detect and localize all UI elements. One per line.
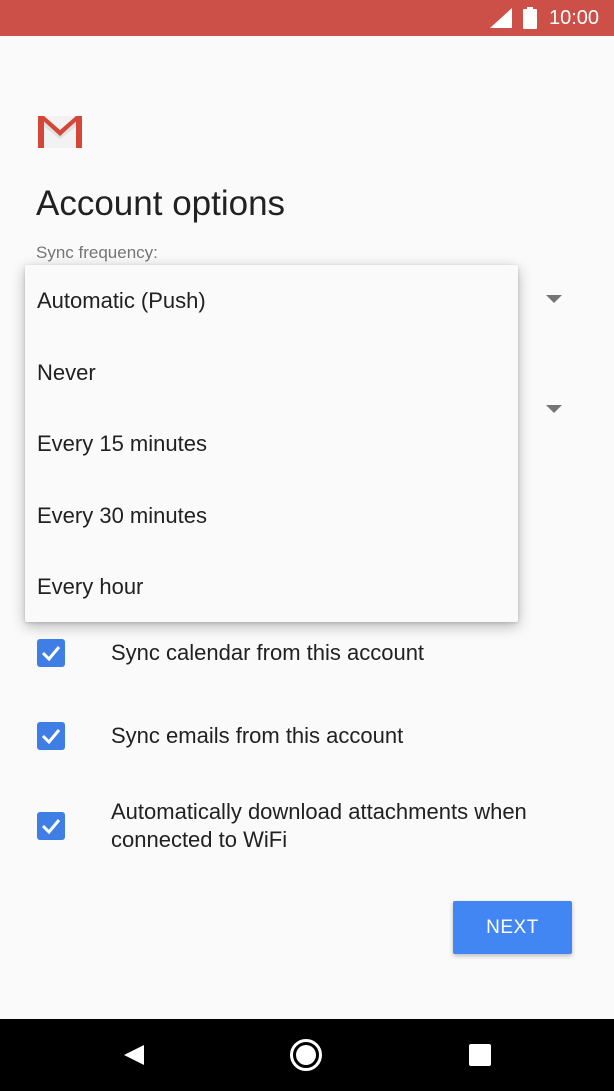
next-button[interactable]: NEXT — [453, 901, 572, 954]
chevron-down-icon[interactable] — [546, 405, 562, 413]
status-clock: 10:00 — [549, 7, 600, 29]
status-bar: 10:00 — [0, 0, 614, 36]
back-icon[interactable] — [122, 1043, 146, 1067]
menu-item-every-30-minutes[interactable]: Every 30 minutes — [25, 480, 518, 551]
auto-download-label: Automatically download attachments when … — [111, 799, 527, 852]
home-icon[interactable] — [289, 1038, 323, 1072]
menu-item-never[interactable]: Never — [25, 337, 518, 408]
battery-icon — [523, 7, 537, 29]
check-icon — [41, 819, 61, 835]
menu-item-every-15-minutes[interactable]: Every 15 minutes — [25, 408, 518, 479]
menu-item-every-hour[interactable]: Every hour — [25, 551, 518, 622]
navigation-bar — [0, 1019, 614, 1091]
sync-emails-checkbox[interactable] — [37, 722, 65, 750]
chevron-down-icon[interactable] — [546, 295, 562, 303]
page-title: Account options — [36, 184, 286, 223]
signal-icon — [490, 8, 512, 28]
check-icon — [41, 646, 61, 662]
menu-item-automatic-push[interactable]: Automatic (Push) — [25, 265, 518, 336]
screen: 10:00 Account options Sync frequency: Au… — [0, 0, 614, 1091]
sync-calendar-checkbox[interactable] — [37, 639, 65, 667]
check-icon — [41, 729, 61, 745]
auto-download-checkbox[interactable] — [37, 812, 65, 840]
gmail-logo — [38, 116, 82, 148]
sync-emails-label: Sync emails from this account — [111, 723, 404, 748]
recents-icon[interactable] — [469, 1044, 491, 1066]
sync-frequency-menu: Automatic (Push) Never Every 15 minutes … — [25, 265, 518, 622]
sync-frequency-label: Sync frequency: — [36, 243, 158, 262]
sync-calendar-label: Sync calendar from this account — [111, 640, 425, 665]
